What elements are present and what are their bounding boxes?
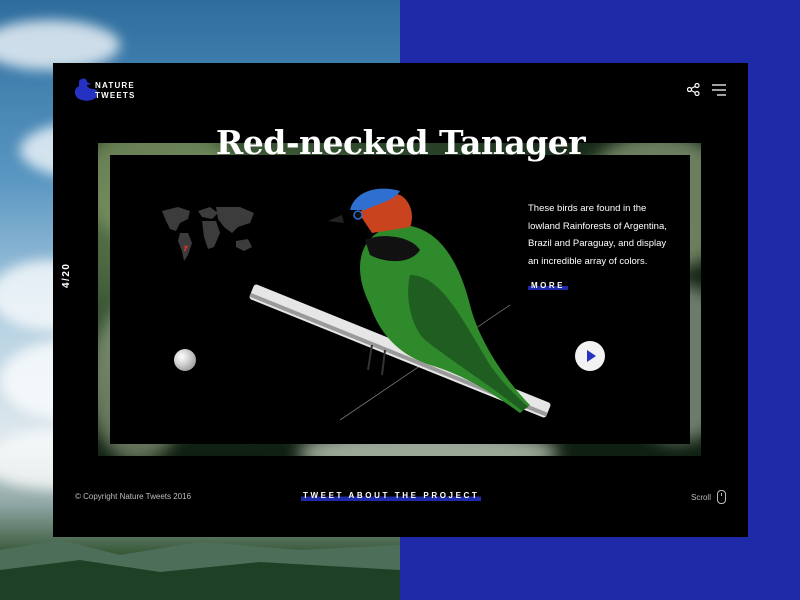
tweet-about-project-link[interactable]: TWEET ABOUT THE PROJECT — [301, 491, 482, 501]
more-link[interactable]: MORE — [528, 281, 568, 290]
slide-counter: 4/20 — [61, 262, 72, 288]
mouse-icon — [717, 490, 726, 504]
share-icon[interactable] — [686, 82, 700, 101]
brand-logo[interactable]: NATURE TWEETS — [73, 77, 136, 103]
brand-name: NATURE TWEETS — [95, 81, 136, 101]
page-title: Red-necked Tanager — [215, 123, 586, 162]
species-description: These birds are found in the lowland Rai… — [528, 203, 667, 267]
main-card: NATURE TWEETS Red-necked Tanager 4/20 Th… — [53, 63, 748, 537]
play-button[interactable] — [575, 341, 605, 371]
play-icon — [587, 350, 596, 362]
copyright-text: © Copyright Nature Tweets 2016 — [75, 492, 192, 501]
scroll-label: Scroll — [690, 492, 711, 502]
brand-line-2: TWEETS — [95, 91, 136, 100]
photo-inner-panel: These birds are found in the lowland Rai… — [110, 155, 690, 444]
brand-line-1: NATURE — [95, 81, 135, 90]
tanager-illustration — [249, 188, 551, 421]
hamburger-menu-icon[interactable] — [712, 83, 726, 101]
scroll-indicator[interactable]: Scroll — [691, 490, 726, 504]
previous-slide-orb[interactable] — [174, 349, 196, 371]
hero-photo: These birds are found in the lowland Rai… — [98, 143, 701, 456]
